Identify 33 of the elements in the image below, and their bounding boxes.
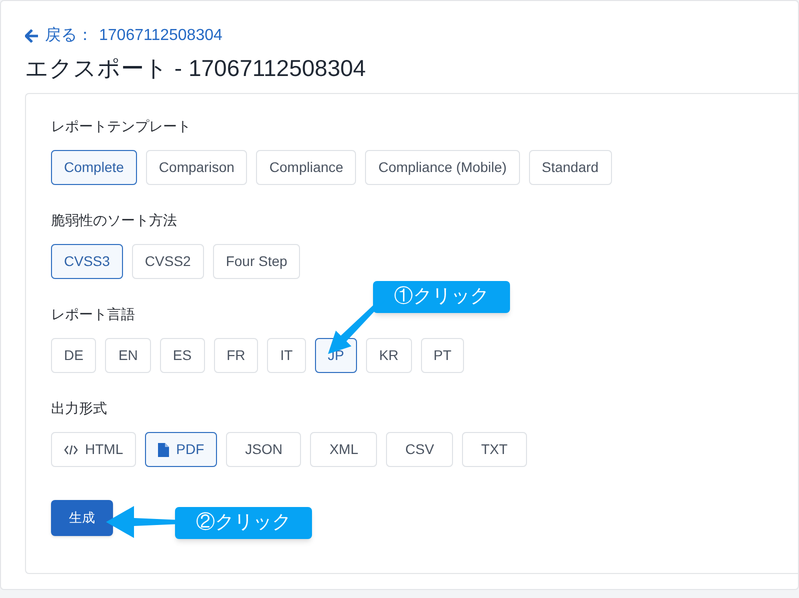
option-button[interactable]: CVSS3 — [51, 244, 123, 279]
option-button[interactable]: FR — [214, 338, 258, 373]
generate-button[interactable]: 生成 — [51, 500, 113, 536]
option-button[interactable]: CSV — [386, 432, 454, 467]
section-label: レポート言語 — [51, 305, 135, 324]
option-button[interactable]: PT — [420, 338, 464, 373]
callout-label: ①クリック — [373, 281, 510, 313]
option-button[interactable]: KR — [366, 338, 412, 373]
option-button[interactable]: CVSS2 — [132, 244, 204, 279]
option-button[interactable]: TXT — [462, 432, 527, 467]
option-button[interactable]: Complete — [51, 150, 137, 185]
section-label: 出力形式 — [51, 399, 107, 418]
option-button[interactable]: EN — [105, 338, 151, 373]
section-label: レポートテンプレート — [51, 117, 191, 136]
option-button[interactable]: Compliance — [256, 150, 356, 185]
option-button[interactable]: Standard — [528, 150, 612, 185]
option-button[interactable]: PDF — [145, 432, 218, 467]
arrow-left-icon — [25, 29, 39, 43]
option-button[interactable]: ES — [160, 338, 205, 373]
section-label: 脆弱性のソート方法 — [51, 211, 177, 230]
option-button[interactable]: DE — [51, 338, 96, 373]
document-icon — [158, 442, 170, 456]
code-icon — [64, 444, 78, 454]
option-button[interactable]: IT — [267, 338, 306, 373]
option-button[interactable]: HTML — [51, 432, 136, 467]
option-button[interactable]: JSON — [226, 432, 302, 467]
page-title: エクスポート - 17067112508304 — [25, 54, 366, 83]
callout-label: ②クリック — [175, 507, 312, 539]
option-button[interactable]: XML — [310, 432, 378, 467]
option-button[interactable]: Comparison — [146, 150, 248, 185]
option-button[interactable]: Four Step — [212, 244, 300, 279]
option-button[interactable]: Compliance (Mobile) — [365, 150, 520, 185]
back-link[interactable]: 戻る： 17067112508304 — [25, 23, 222, 49]
